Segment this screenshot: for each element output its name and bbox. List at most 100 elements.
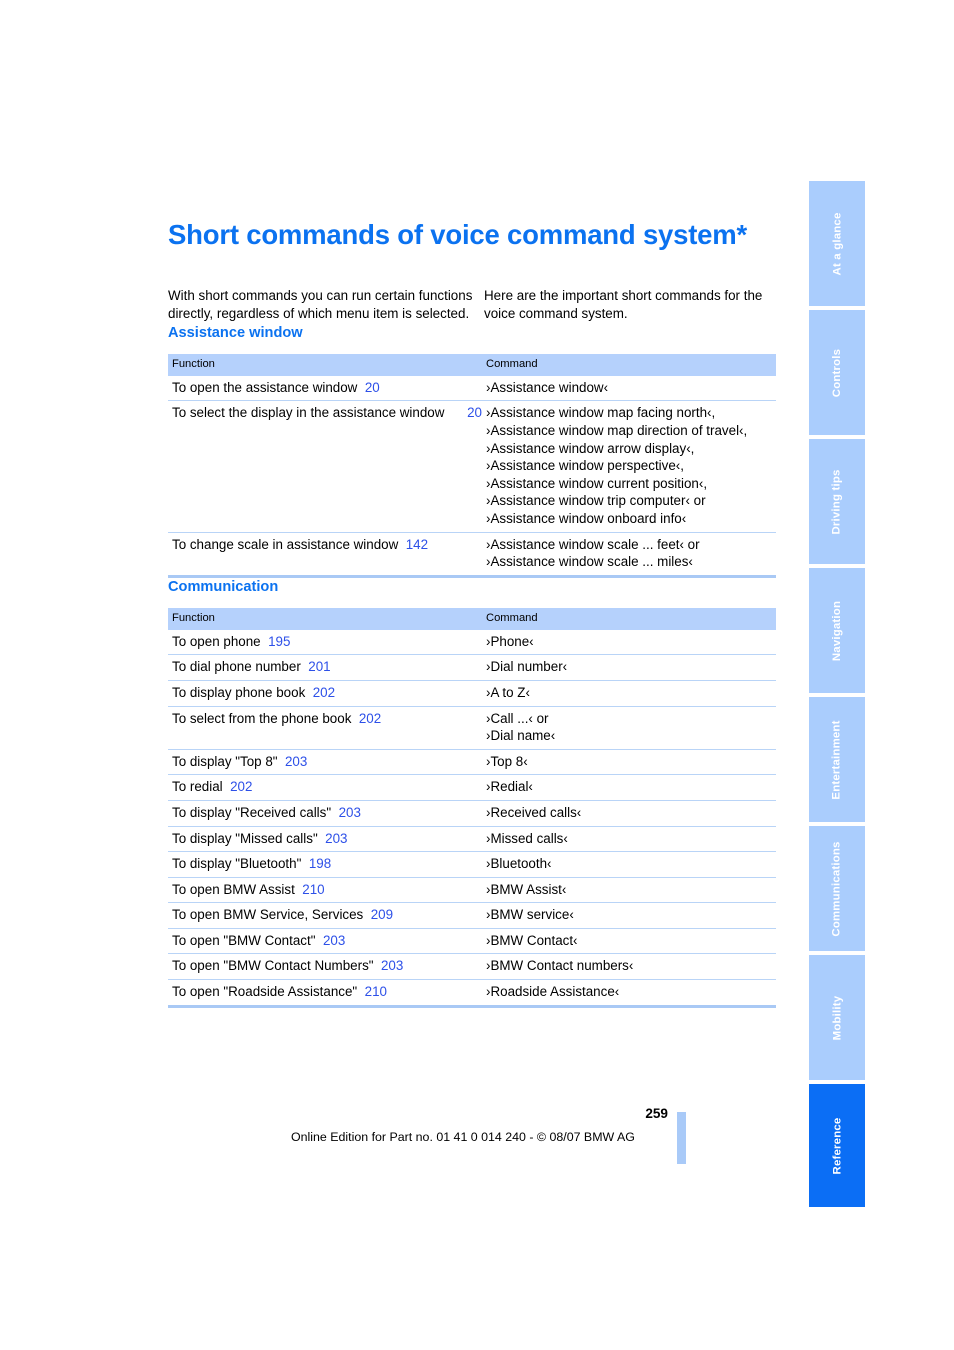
voice-command-text: ›Top 8‹ xyxy=(486,753,528,769)
voice-command-text: ›Assistance window current position‹, xyxy=(486,475,708,491)
voice-command-text: ›Assistance window perspective‹, xyxy=(486,458,684,474)
side-tab-driving-tips[interactable]: Driving tips xyxy=(809,439,865,564)
function-label: To open phone xyxy=(172,633,261,649)
table-header-row: Function Command xyxy=(168,607,776,630)
table-cell-function: To open "BMW Contact" 203 xyxy=(168,928,482,955)
table-row: To select the display in the assistance … xyxy=(168,400,776,533)
voice-command-text: ›Missed calls‹ xyxy=(486,830,568,846)
table-cell-function: To open BMW Service, Services 209 xyxy=(168,902,482,929)
assistance-window-table: Function Command To open the assistance … xyxy=(168,353,776,578)
table-cell-command: ›Call ...‹ or ›Dial name‹ xyxy=(482,706,776,750)
voice-command-text: ›Assistance window onboard info‹ xyxy=(486,510,687,526)
table-row: To open "BMW Contact" 203 ›BMW Contact‹ xyxy=(168,928,776,955)
voice-command-text: ›Bluetooth‹ xyxy=(486,856,552,872)
table-cell-function: To select from the phone book 202 xyxy=(168,706,482,750)
function-label: To open BMW Service, Services xyxy=(172,907,364,923)
table-cell-function: To display phone book 202 xyxy=(168,680,482,707)
page-reference-link[interactable]: 20 xyxy=(365,380,380,395)
function-label: To open "Roadside Assistance" xyxy=(172,984,358,1000)
voice-command-text: ›Assistance window arrow display‹, xyxy=(486,440,695,456)
voice-command-text: ›Assistance window scale ... feet‹ or xyxy=(486,536,700,552)
function-label: To change scale in assistance window xyxy=(172,536,399,552)
voice-command-text: ›BMW service‹ xyxy=(486,907,574,923)
table-cell-command: ›Assistance window map facing north‹, ›As… xyxy=(482,400,776,533)
function-label: To open "BMW Contact" xyxy=(172,932,316,948)
page-reference-link[interactable]: 209 xyxy=(371,907,393,922)
voice-command-text: ›Phone‹ xyxy=(486,633,534,649)
table-cell-command: ›BMW service‹ xyxy=(482,902,776,929)
table-cell-function: To select the display in the assistance … xyxy=(168,400,482,533)
side-tab-mobility[interactable]: Mobility xyxy=(809,955,865,1080)
voice-command-text: ›Received calls‹ xyxy=(486,804,582,820)
page-reference-link[interactable]: 142 xyxy=(406,537,428,552)
table-cell-function: To display "Received calls" 203 xyxy=(168,800,482,827)
function-label: To display "Bluetooth" xyxy=(172,856,302,872)
page-reference-link[interactable]: 203 xyxy=(325,831,347,846)
page-content: Short commands of voice command system* … xyxy=(168,218,776,1008)
voice-command-text: ›BMW Assist‹ xyxy=(486,881,567,897)
voice-command-text: ›BMW Contact numbers‹ xyxy=(486,958,634,974)
table-cell-function: To open "Roadside Assistance" 210 xyxy=(168,979,482,1008)
column-header-command: Command xyxy=(482,353,776,376)
table-cell-function: To display "Missed calls" 203 xyxy=(168,826,482,853)
table-cell-command: ›Redial‹ xyxy=(482,774,776,801)
table-cell-function: To dial phone number 201 xyxy=(168,654,482,681)
table-cell-command: ›Assistance window scale ... feet‹ or ›As… xyxy=(482,532,776,578)
table-row: To open BMW Service, Services 209 ›BMW se… xyxy=(168,902,776,929)
side-tab-controls[interactable]: Controls xyxy=(809,310,865,435)
communication-table-body: To open phone 195 ›Phone‹ To dial phone nu… xyxy=(168,629,776,1008)
table-row: To dial phone number 201 ›Dial number‹ xyxy=(168,654,776,681)
function-label: To display phone book xyxy=(172,684,306,700)
side-tab-label: Controls xyxy=(831,348,843,397)
page-reference-link[interactable]: 203 xyxy=(285,754,307,769)
page-reference-link[interactable]: 20 xyxy=(467,404,482,422)
table-cell-command: ›Bluetooth‹ xyxy=(482,851,776,878)
side-tab-label: Mobility xyxy=(830,995,843,1040)
table-cell-function: To open phone 195 xyxy=(168,629,482,656)
table-cell-function: To open BMW Assist 210 xyxy=(168,877,482,904)
page-reference-link[interactable]: 210 xyxy=(302,882,324,897)
function-label: To open the assistance window xyxy=(172,379,358,395)
table-row: To change scale in assistance window 142… xyxy=(168,532,776,578)
function-label: To redial xyxy=(172,779,223,795)
column-header-function: Function xyxy=(168,607,482,630)
section-tab-strip: At a glance Controls Driving tips Navigatio… xyxy=(809,181,865,1211)
page-reference-link[interactable]: 203 xyxy=(381,958,403,973)
section-heading-communication: Communication xyxy=(168,578,279,595)
voice-command-text: ›BMW Contact‹ xyxy=(486,932,578,948)
page-reference-link[interactable]: 202 xyxy=(359,711,381,726)
table-cell-command: ›A to Z‹ xyxy=(482,680,776,707)
page-title: Short commands of voice command system* xyxy=(168,219,748,250)
side-tab-communications[interactable]: Communications xyxy=(809,826,865,951)
table-cell-function: To display "Bluetooth" 198 xyxy=(168,851,482,878)
table-header-row: Function Command xyxy=(168,353,776,376)
page-reference-link[interactable]: 203 xyxy=(323,933,345,948)
side-tab-entertainment[interactable]: Entertainment xyxy=(809,697,865,822)
page-reference-link[interactable]: 201 xyxy=(308,659,330,674)
voice-command-text: ›Dial number‹ xyxy=(486,659,568,675)
table-row: To open the assistance window 20 ›Assista… xyxy=(168,375,776,402)
intro-paragraph-left: With short commands you can run certain … xyxy=(168,288,473,322)
table-cell-function: To display "Top 8" 203 xyxy=(168,749,482,776)
function-label: To display "Received calls" xyxy=(172,804,332,820)
function-label: To open BMW Assist xyxy=(172,881,295,897)
side-tab-reference[interactable]: Reference xyxy=(809,1084,865,1207)
page-marker-bar xyxy=(677,1112,686,1164)
side-tab-at-a-glance[interactable]: At a glance xyxy=(809,181,865,306)
table-row: To display "Bluetooth" 198 ›Bluetooth‹ xyxy=(168,851,776,878)
table-cell-command: ›Roadside Assistance‹ xyxy=(482,979,776,1008)
table-cell-command: ›Assistance window‹ xyxy=(482,375,776,402)
table-cell-function: To open "BMW Contact Numbers" 203 xyxy=(168,953,482,981)
page-reference-link[interactable]: 195 xyxy=(268,634,290,649)
table-cell-command: ›Phone‹ xyxy=(482,629,776,656)
page-reference-link[interactable]: 202 xyxy=(230,779,252,794)
page-reference-link[interactable]: 203 xyxy=(339,805,361,820)
page-reference-link[interactable]: 202 xyxy=(313,685,335,700)
page-reference-link[interactable]: 198 xyxy=(309,856,331,871)
table-cell-function: To redial 202 xyxy=(168,774,482,801)
table-row: To open phone 195 ›Phone‹ xyxy=(168,629,776,656)
side-tab-navigation[interactable]: Navigation xyxy=(809,568,865,693)
table-cell-command: ›BMW Contact‹ xyxy=(482,928,776,955)
voice-command-text: ›A to Z‹ xyxy=(486,684,530,700)
page-reference-link[interactable]: 210 xyxy=(365,984,387,999)
